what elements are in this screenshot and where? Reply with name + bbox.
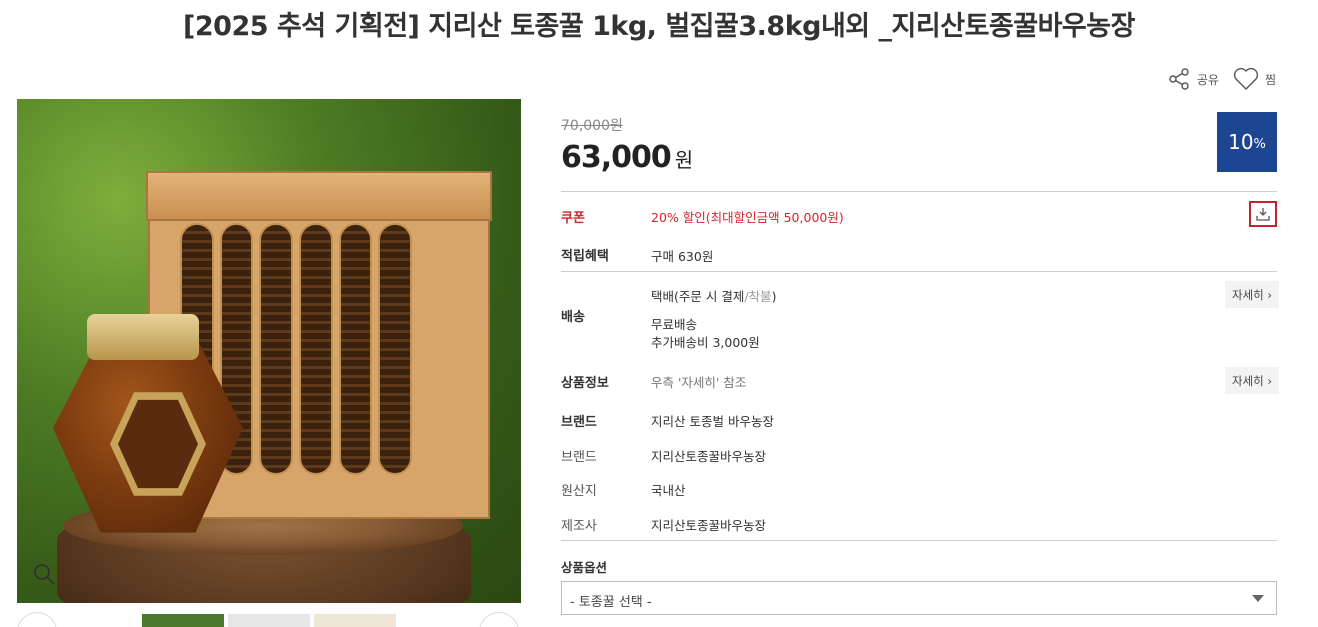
divider [561, 191, 1277, 192]
shipping-method: 택배(주문 시 결제/착불) [651, 289, 777, 304]
divider [561, 540, 1277, 541]
product-info-detail-button[interactable]: 자세히 › [1225, 367, 1279, 394]
original-price: 70,000원 [561, 118, 623, 134]
shipping-extra-fee: 추가배송비 3,000원 [651, 335, 760, 350]
option-select[interactable]: - 토종꿀 선택 - [561, 581, 1277, 615]
spec-value-brand: 지리산토종꿀바우농장 [651, 449, 767, 464]
option-select-value: - 토종꿀 선택 - [570, 595, 652, 610]
download-icon [1256, 208, 1270, 221]
product-main-image [17, 99, 521, 603]
spec-value-manufacturer: 지리산토종꿀바우농장 [651, 518, 767, 533]
options-label: 상품옵션 [561, 560, 608, 575]
divider [561, 271, 1277, 272]
share-label: 공유 [1196, 72, 1219, 87]
thumbnail-3[interactable] [314, 614, 396, 627]
sale-price: 63,000 원 [561, 140, 694, 175]
product-info-value: 우측 '자세히' 참조 [651, 375, 747, 390]
honey-jar-lid [87, 314, 199, 360]
spec-value-origin: 국내산 [651, 483, 686, 498]
wish-button[interactable]: 찜 [1233, 67, 1276, 91]
shipping-detail-button[interactable]: 자세히 › [1225, 281, 1279, 308]
shipping-label: 배송 [561, 310, 585, 325]
zoom-icon[interactable] [31, 561, 57, 587]
brand-value: 지리산 토종벌 바우농장 [651, 414, 774, 429]
honeycomb-frame-top [146, 171, 492, 221]
product-info-label: 상품정보 [561, 376, 609, 391]
brand-label: 브랜드 [561, 415, 597, 430]
thumbnail-strip [17, 612, 521, 627]
thumbnail-1[interactable] [142, 614, 224, 627]
coupon-download-button[interactable] [1249, 201, 1277, 227]
product-actions: 공유 찜 [1167, 67, 1276, 91]
caret-down-icon [1252, 595, 1264, 602]
coupon-value: 20% 할인(최대할인금액 50,000원) [651, 210, 844, 225]
points-value: 구매 630원 [651, 249, 714, 264]
share-icon [1169, 68, 1189, 90]
wish-label: 찜 [1264, 72, 1276, 87]
thumb-next-button[interactable] [479, 612, 519, 627]
thumb-prev-button[interactable] [17, 612, 57, 627]
points-label: 적립혜택 [561, 249, 609, 264]
share-button[interactable]: 공유 [1167, 67, 1219, 91]
product-title: [2025 추석 기획전] 지리산 토종꿀 1kg, 벌집꿀3.8kg내외 _지… [183, 11, 1135, 42]
spec-label-brand: 브랜드 [561, 450, 597, 465]
thumbnail-2[interactable] [228, 614, 310, 627]
shipping-free: 무료배송 [651, 317, 698, 332]
spec-label-manufacturer: 제조사 [561, 519, 597, 534]
discount-badge: 10% [1217, 112, 1277, 172]
heart-icon [1233, 67, 1259, 90]
spec-label-origin: 원산지 [561, 484, 597, 499]
coupon-label: 쿠폰 [561, 211, 585, 226]
